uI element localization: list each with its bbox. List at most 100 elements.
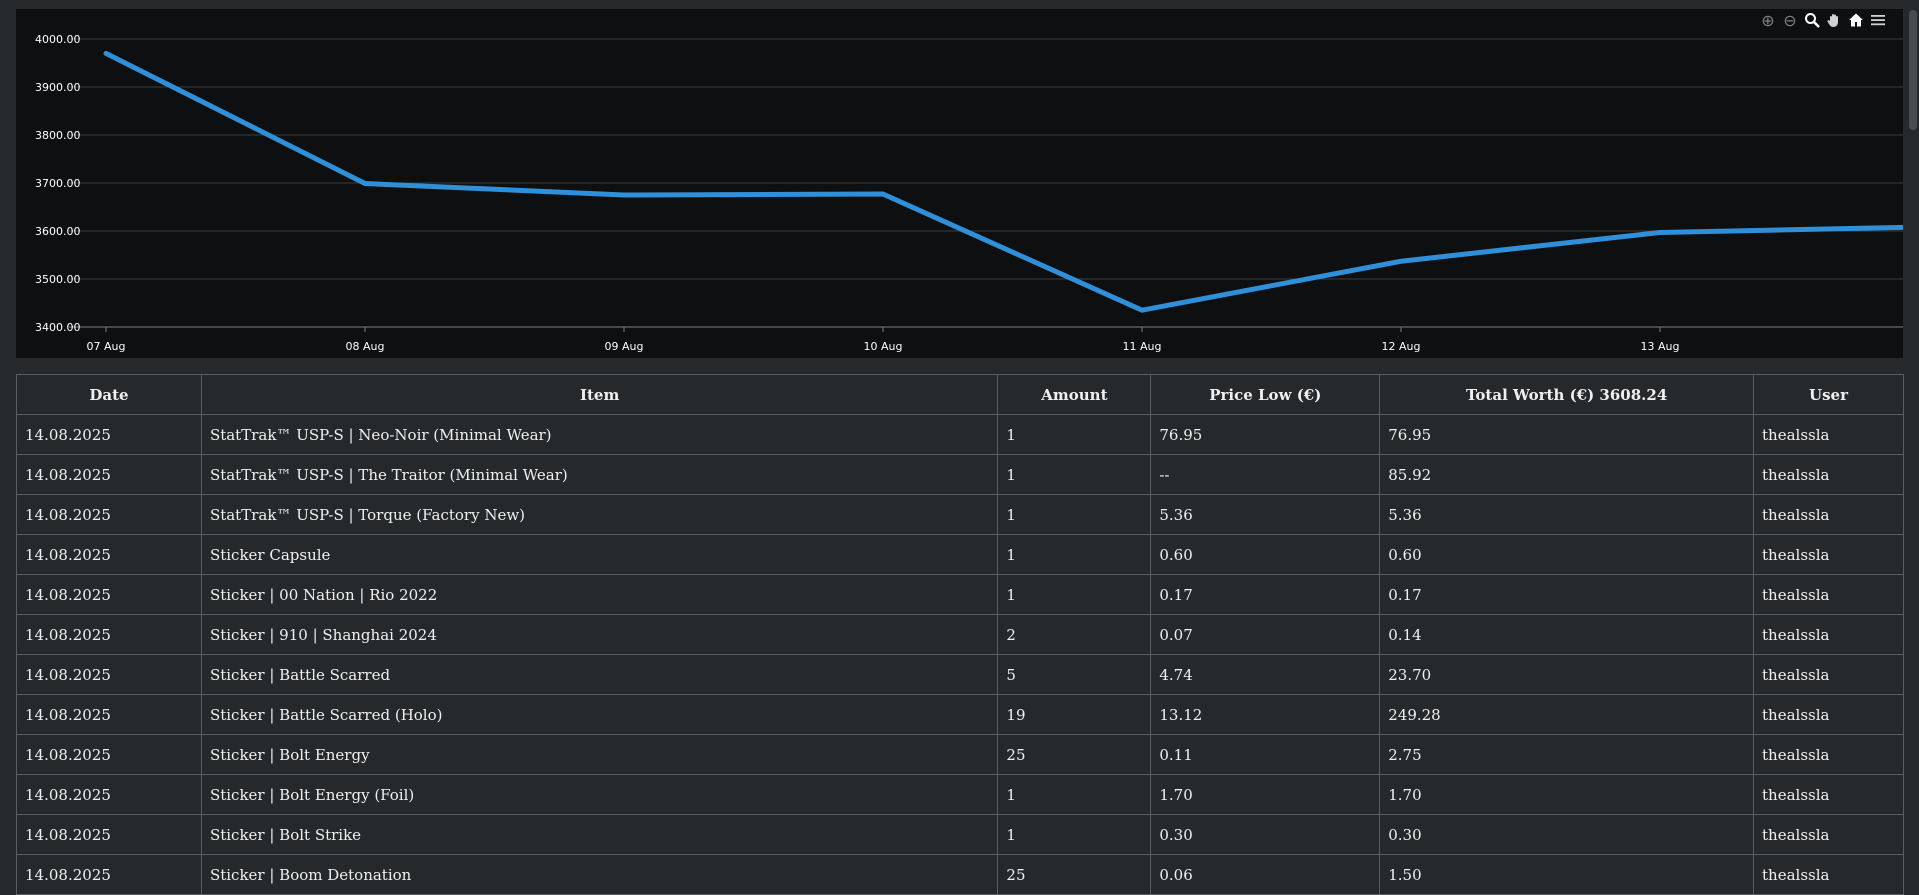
cell-amount: 1 — [997, 414, 1152, 455]
table-row: 14.08.2025 StatTrak™ USP-S | Neo-Noir (Mi… — [16, 414, 1904, 455]
cell-date: 14.08.2025 — [16, 694, 202, 735]
cell-total-worth: 249.28 — [1379, 694, 1755, 735]
cell-price-low: 76.95 — [1150, 414, 1381, 455]
cell-price-low: 0.30 — [1150, 814, 1381, 855]
cell-price-low: 0.06 — [1150, 854, 1381, 895]
cell-price-low: 0.17 — [1150, 574, 1381, 615]
cell-date: 14.08.2025 — [16, 614, 202, 655]
cell-amount: 1 — [997, 574, 1152, 615]
pan-icon[interactable] — [1825, 12, 1843, 30]
cell-item: StatTrak™ USP-S | Neo-Noir (Minimal Wear… — [200, 414, 999, 455]
zoom-in-icon[interactable]: ⊕ — [1759, 12, 1777, 30]
cell-item: StatTrak™ USP-S | Torque (Factory New) — [200, 494, 999, 535]
header-date[interactable]: Date — [16, 374, 202, 415]
table-header-row: Date Item Amount Price Low (€) Total Wor… — [16, 374, 1904, 415]
cell-total-worth: 0.14 — [1379, 614, 1755, 655]
inventory-table: Date Item Amount Price Low (€) Total Wor… — [16, 374, 1904, 895]
cell-total-worth: 1.50 — [1379, 854, 1755, 895]
cell-date: 14.08.2025 — [16, 574, 202, 615]
cell-user: thealssla — [1753, 454, 1904, 495]
header-price-low[interactable]: Price Low (€) — [1150, 374, 1381, 415]
cell-date: 14.08.2025 — [16, 454, 202, 495]
series-line[interactable] — [103, 50, 1903, 313]
cell-item: Sticker | Battle Scarred — [200, 654, 999, 695]
x-tick-label: 11 Aug — [1123, 340, 1162, 353]
y-tick-label: 3800.00 — [35, 129, 81, 142]
cell-date: 14.08.2025 — [16, 494, 202, 535]
cell-amount: 25 — [997, 734, 1152, 775]
header-total-worth[interactable]: Total Worth (€) 3608.24 — [1379, 374, 1755, 415]
x-tick-label: 12 Aug — [1382, 340, 1421, 353]
cell-item: StatTrak™ USP-S | The Traitor (Minimal W… — [200, 454, 999, 495]
x-tick-label: 09 Aug — [605, 340, 644, 353]
home-icon[interactable] — [1847, 12, 1865, 30]
cell-item: Sticker | Bolt Strike — [200, 814, 999, 855]
data-point[interactable] — [1659, 231, 1661, 233]
cell-item: Sticker Capsule — [200, 534, 999, 575]
menu-icon[interactable] — [1869, 12, 1887, 30]
cell-total-worth: 5.36 — [1379, 494, 1755, 535]
cell-total-worth: 0.17 — [1379, 574, 1755, 615]
table-row: 14.08.2025 Sticker Capsule 1 0.60 0.60 theals… — [16, 534, 1904, 575]
cell-item: Sticker | 910 | Shanghai 2024 — [200, 614, 999, 655]
cell-price-low: 0.07 — [1150, 614, 1381, 655]
cell-item: Sticker | Boom Detonation — [200, 854, 999, 895]
cell-amount: 1 — [997, 774, 1152, 815]
table-row: 14.08.2025 Sticker | 00 Nation | Rio 2022… — [16, 574, 1904, 615]
y-tick-label: 3900.00 — [35, 81, 81, 94]
cell-amount: 1 — [997, 534, 1152, 575]
chart-canvas[interactable]: 4000.00 3900.00 3800.00 3700.00 3600.00 3500.… — [16, 9, 1903, 358]
cell-amount: 1 — [997, 494, 1152, 535]
selection-zoom-icon[interactable] — [1803, 12, 1821, 30]
table-row: 14.08.2025 Sticker | Boom Detonation 25 0.0… — [16, 854, 1904, 895]
cell-item: Sticker | Bolt Energy (Foil) — [200, 774, 999, 815]
table-row: 14.08.2025 Sticker | Bolt Strike 1 0.30 0.30… — [16, 814, 1904, 855]
price-chart[interactable]: 4000.00 3900.00 3800.00 3700.00 3600.00 3500.… — [16, 9, 1903, 358]
cell-user: thealssla — [1753, 614, 1904, 655]
table-row: 14.08.2025 Sticker | Bolt Energy 25 0.11 2.7… — [16, 734, 1904, 775]
chart-toolbar: ⊕ ⊖ — [1759, 12, 1887, 30]
data-point[interactable] — [623, 194, 625, 196]
cell-price-low: 4.74 — [1150, 654, 1381, 695]
data-point[interactable] — [1400, 260, 1402, 262]
cell-date: 14.08.2025 — [16, 774, 202, 815]
header-item[interactable]: Item — [200, 374, 999, 415]
table-row: 14.08.2025 StatTrak™ USP-S | Torque (Fact… — [16, 494, 1904, 535]
cell-date: 14.08.2025 — [16, 534, 202, 575]
cell-date: 14.08.2025 — [16, 854, 202, 895]
data-point[interactable] — [364, 182, 366, 184]
cell-user: thealssla — [1753, 574, 1904, 615]
cell-amount: 5 — [997, 654, 1152, 695]
data-point[interactable] — [882, 193, 884, 195]
data-point[interactable] — [105, 52, 107, 54]
cell-amount: 19 — [997, 694, 1152, 735]
page-scrollbar[interactable] — [1909, 10, 1917, 130]
cell-price-low: -- — [1150, 454, 1381, 495]
cell-total-worth: 0.60 — [1379, 534, 1755, 575]
table-row: 14.08.2025 Sticker | Bolt Energy (Foil) 1 1… — [16, 774, 1904, 815]
cell-amount: 1 — [997, 454, 1152, 495]
cell-price-low: 13.12 — [1150, 694, 1381, 735]
cell-date: 14.08.2025 — [16, 814, 202, 855]
cell-user: thealssla — [1753, 774, 1904, 815]
cell-price-low: 1.70 — [1150, 774, 1381, 815]
x-tick-label: 10 Aug — [864, 340, 903, 353]
x-tick-label: 07 Aug — [87, 340, 126, 353]
header-amount[interactable]: Amount — [997, 374, 1152, 415]
x-tick-label: 08 Aug — [346, 340, 385, 353]
cell-date: 14.08.2025 — [16, 414, 202, 455]
cell-user: thealssla — [1753, 414, 1904, 455]
cell-amount: 2 — [997, 614, 1152, 655]
cell-item: Sticker | Battle Scarred (Holo) — [200, 694, 999, 735]
cell-amount: 1 — [997, 814, 1152, 855]
cell-user: thealssla — [1753, 734, 1904, 775]
table-row: 14.08.2025 Sticker | 910 | Shanghai 2024 2… — [16, 614, 1904, 655]
cell-user: thealssla — [1753, 494, 1904, 535]
cell-date: 14.08.2025 — [16, 734, 202, 775]
cell-price-low: 0.11 — [1150, 734, 1381, 775]
x-tick-label: 13 Aug — [1641, 340, 1680, 353]
header-user[interactable]: User — [1753, 374, 1904, 415]
data-point[interactable] — [1141, 309, 1143, 311]
cell-total-worth: 76.95 — [1379, 414, 1755, 455]
zoom-out-icon[interactable]: ⊖ — [1781, 12, 1799, 30]
